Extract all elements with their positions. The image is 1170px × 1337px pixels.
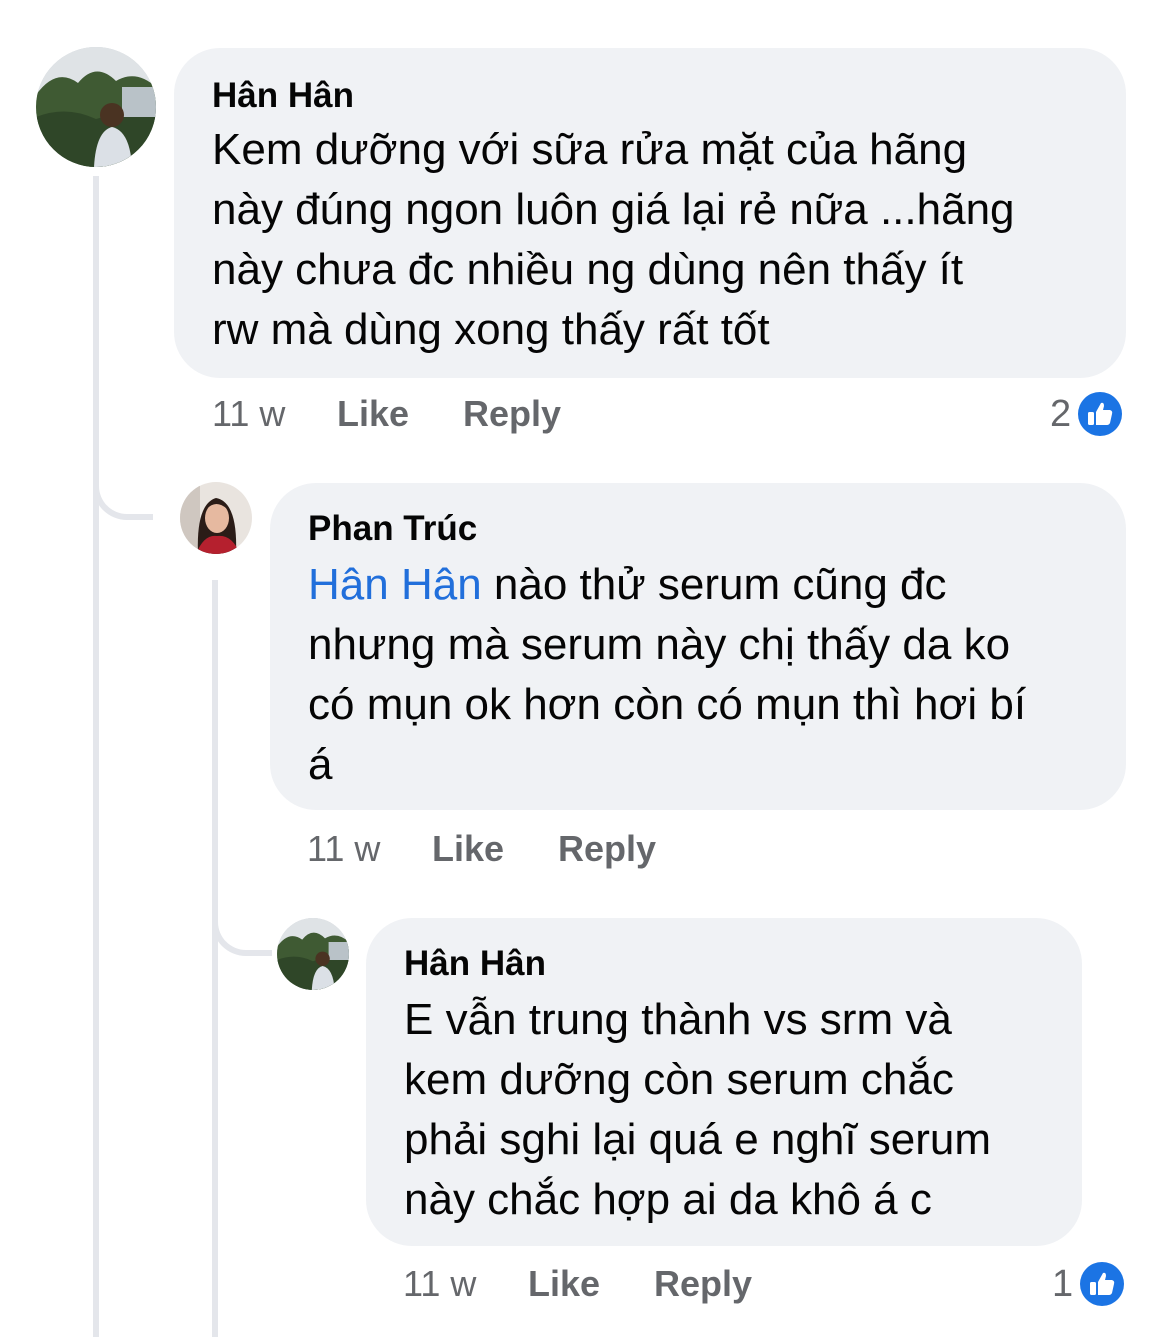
comment-bubble: Phan Trúc Hân Hân nào thử serum cũng đc … [270,483,1126,810]
comment-bubble: Hân Hân E vẫn trung thành vs srm và kem … [366,918,1082,1246]
comment-line: Hân Hân nào thử serum cũng đc [308,555,1026,615]
reply-button[interactable]: Reply [654,1259,752,1309]
comment-line: nhưng mà serum này chị thấy da ko [308,620,1011,669]
thread-line-main [93,176,99,1337]
comment-text: Hân Hân nào thử serum cũng đc nhưng mà s… [308,555,1026,795]
reaction-count: 2 [1050,393,1072,435]
comment-timestamp[interactable]: 11 w [212,389,285,439]
comment-author[interactable]: Hân Hân [404,944,546,984]
portrait-avatar-icon [180,482,252,554]
comment-line: này chắc hợp ai da khô á c [404,1175,932,1224]
comment-line: phải sghi lại quá e nghĩ serum [404,1115,992,1164]
comment-line-rest: nào thử serum cũng đc [481,560,947,609]
like-button[interactable]: Like [337,389,409,439]
thumbs-up-icon [1077,1259,1128,1309]
reaction-summary[interactable]: 2 [1050,387,1126,441]
comment-line: rw mà dùng xong thấy rất tốt [212,305,770,354]
avatar[interactable] [277,918,349,990]
comment-timestamp[interactable]: 11 w [307,824,380,874]
reply-button[interactable]: Reply [463,389,561,439]
reply-button[interactable]: Reply [558,824,656,874]
comment-bubble: Hân Hân Kem dưỡng với sữa rửa mặt của hã… [174,48,1126,378]
thumbs-up-icon [1075,389,1126,439]
reaction-count: 1 [1052,1263,1074,1305]
comment-text: E vẫn trung thành vs srm và kem dưỡng cò… [404,990,991,1230]
landscape-avatar-icon [277,918,349,990]
comment-line: E vẫn trung thành vs srm và [404,995,952,1044]
mention-link[interactable]: Hân Hân [308,560,482,609]
comment-text: Kem dưỡng với sữa rửa mặt của hãng này đ… [212,120,1015,360]
comment-actions: 11 w Like Reply [307,824,707,874]
comment-actions: 11 w Like Reply [212,389,612,439]
comment-line: Kem dưỡng với sữa rửa mặt của hãng [212,125,968,174]
comment-author[interactable]: Phan Trúc [308,509,477,549]
landscape-avatar-icon [36,47,156,167]
comment-line: kem dưỡng còn serum chắc [404,1055,954,1104]
comment-author[interactable]: Hân Hân [212,76,354,116]
comment-line: này chưa đc nhiều ng dùng nên thấy ít [212,245,964,294]
like-button[interactable]: Like [432,824,504,874]
like-button[interactable]: Like [528,1259,600,1309]
comment-line: này đúng ngon luôn giá lại rẻ nữa ...hãn… [212,185,1015,234]
comment-actions: 11 w Like Reply [403,1259,803,1309]
thread-curve-reply-1 [93,440,153,520]
avatar[interactable] [36,47,156,167]
comment-line: có mụn ok hơn còn có mụn thì hơi bí [308,680,1027,729]
thread-curve-reply-2 [212,880,272,956]
reaction-summary[interactable]: 1 [1052,1257,1128,1311]
comment-line: á [308,740,333,789]
thread-line-nested [212,580,218,1337]
comment-timestamp[interactable]: 11 w [403,1259,476,1309]
avatar[interactable] [180,482,252,554]
